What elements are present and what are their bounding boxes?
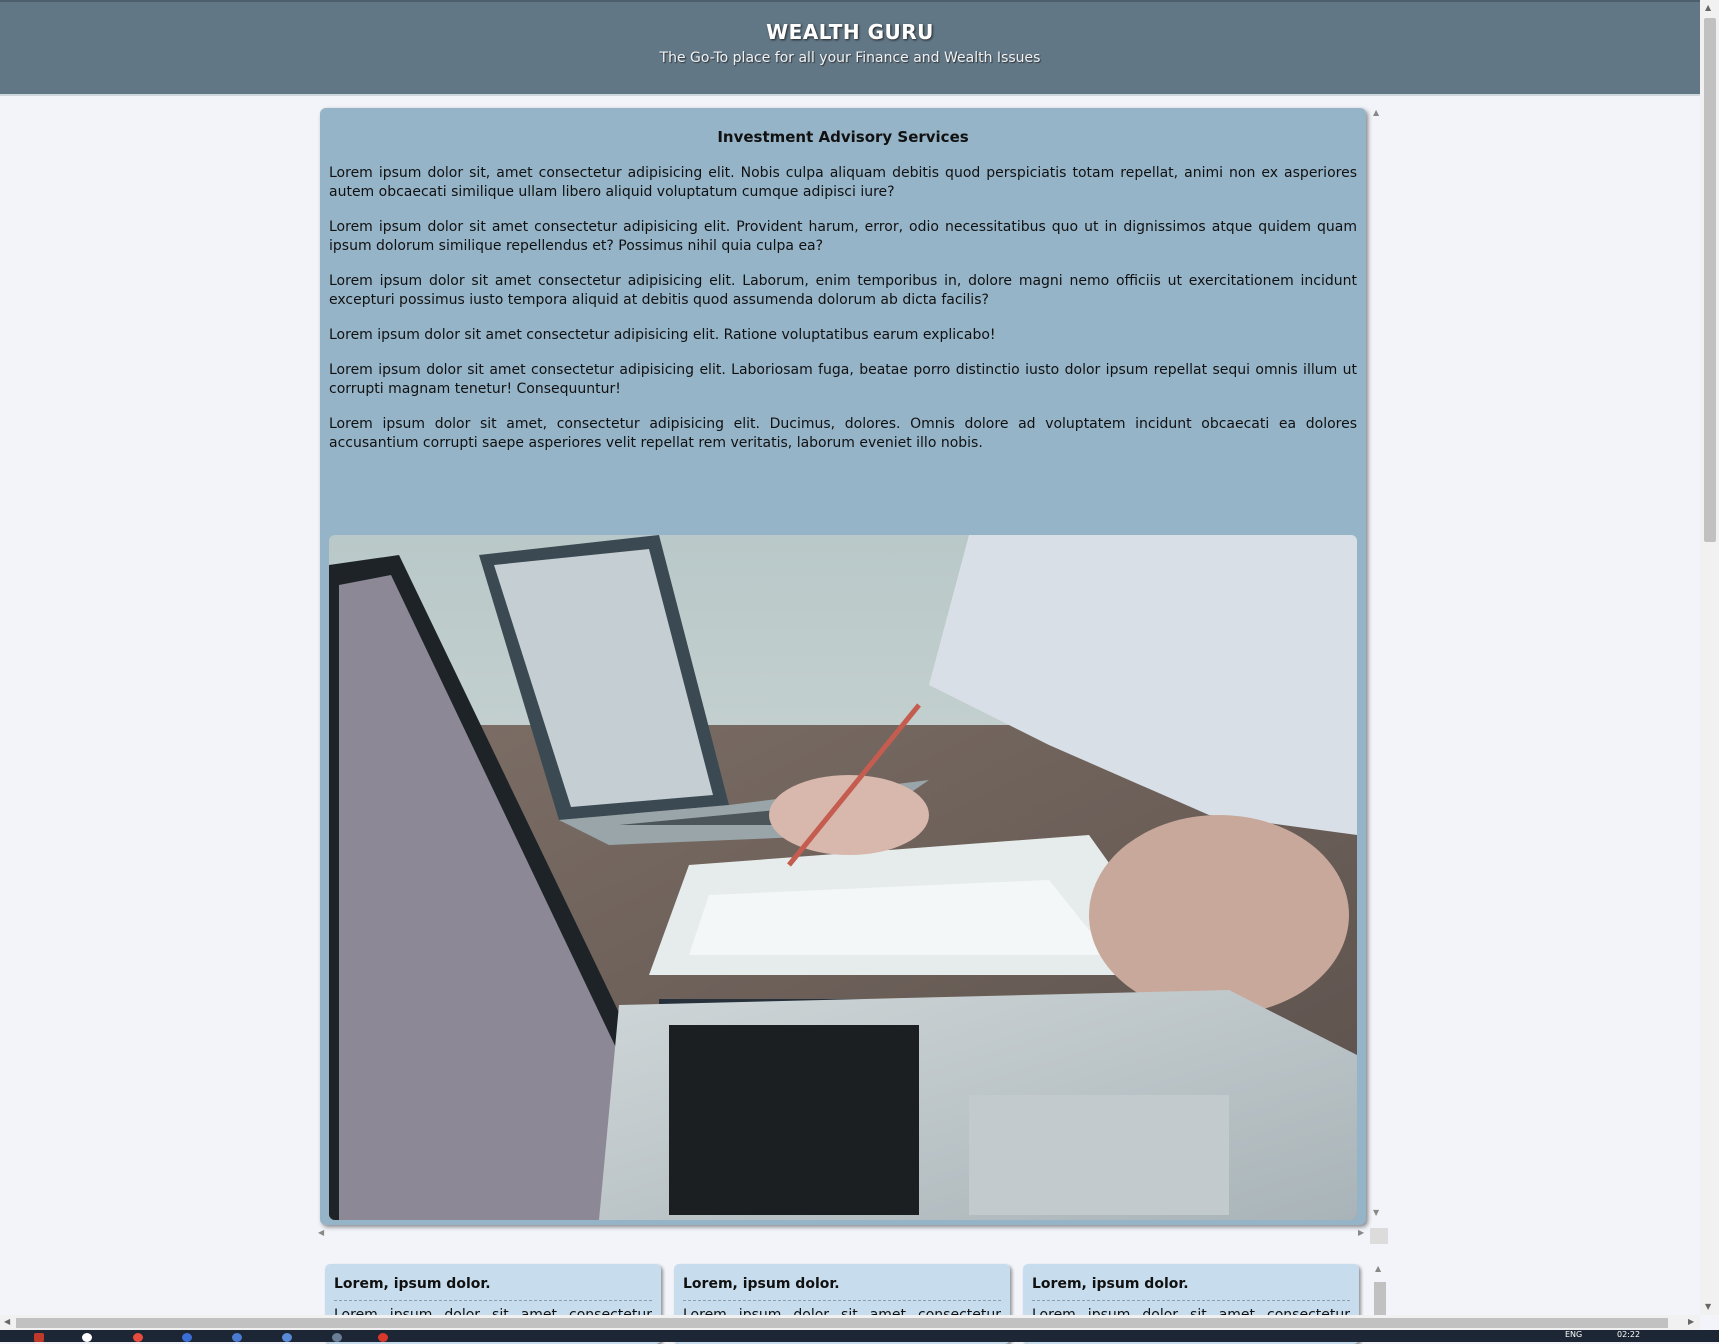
app-icon[interactable] — [133, 1333, 143, 1342]
site-title: WEALTH GURU — [766, 20, 934, 44]
scroll-thumb[interactable] — [16, 1318, 1668, 1328]
card-horizontal-scrollbar[interactable]: ◀ ▶ — [318, 1228, 1368, 1242]
info-card-title: Lorem, ipsum dolor. — [334, 1276, 652, 1301]
scroll-right-arrow-icon[interactable]: ▶ — [1688, 1317, 1694, 1326]
scroll-left-arrow-icon[interactable]: ◀ — [318, 1228, 324, 1237]
app-icon[interactable] — [182, 1333, 192, 1342]
scroll-corner — [1370, 1228, 1388, 1244]
investment-advisory-card: Investment Advisory Services Lorem ipsum… — [320, 108, 1366, 1225]
scroll-up-arrow-icon[interactable]: ▲ — [1373, 108, 1379, 117]
paragraph: Lorem ipsum dolor sit amet consectetur a… — [329, 362, 1357, 397]
scroll-down-arrow-icon[interactable]: ▼ — [1705, 1302, 1711, 1311]
paragraph: Lorem ipsum dolor sit amet consectetur a… — [329, 327, 996, 343]
scroll-up-arrow-icon[interactable]: ▲ — [1705, 3, 1711, 12]
os-taskbar: ENG 02:22 — [0, 1330, 1719, 1342]
app-icon[interactable] — [332, 1333, 342, 1342]
scroll-down-arrow-icon[interactable]: ▼ — [1373, 1208, 1379, 1217]
paragraph: Lorem ipsum dolor sit amet, consectetur … — [329, 416, 1357, 451]
page-vertical-scrollbar[interactable]: ▲ ▼ — [1700, 0, 1719, 1315]
app-icon[interactable] — [232, 1333, 242, 1342]
card-vertical-scrollbar[interactable]: ▲ ▼ — [1373, 108, 1385, 1220]
info-card-title: Lorem, ipsum dolor. — [1032, 1276, 1350, 1301]
app-icon[interactable] — [378, 1333, 388, 1342]
scroll-right-arrow-icon[interactable]: ▶ — [1358, 1228, 1364, 1237]
info-card-title: Lorem, ipsum dolor. — [683, 1276, 1001, 1301]
business-meeting-photo — [329, 535, 1357, 1220]
page-horizontal-scrollbar[interactable]: ◀ ▶ — [0, 1315, 1700, 1330]
app-icon[interactable] — [282, 1333, 292, 1342]
scroll-thumb[interactable] — [1704, 18, 1716, 542]
paragraph: Lorem ipsum dolor sit amet consectetur a… — [329, 273, 1357, 308]
language-indicator[interactable]: ENG — [1565, 1330, 1582, 1339]
scroll-up-arrow-icon[interactable]: ▲ — [1375, 1264, 1381, 1273]
scroll-left-arrow-icon[interactable]: ◀ — [4, 1317, 10, 1326]
app-icon[interactable] — [34, 1333, 44, 1342]
site-tagline: The Go-To place for all your Finance and… — [659, 50, 1041, 66]
clock[interactable]: 02:22 — [1617, 1330, 1640, 1339]
site-header: WEALTH GURU The Go-To place for all your… — [0, 0, 1700, 96]
paragraph: Lorem ipsum dolor sit amet consectetur a… — [329, 219, 1357, 254]
paragraph: Lorem ipsum dolor sit, amet consectetur … — [329, 165, 1357, 200]
card-title: Investment Advisory Services — [717, 128, 969, 146]
chrome-icon[interactable] — [82, 1333, 92, 1342]
